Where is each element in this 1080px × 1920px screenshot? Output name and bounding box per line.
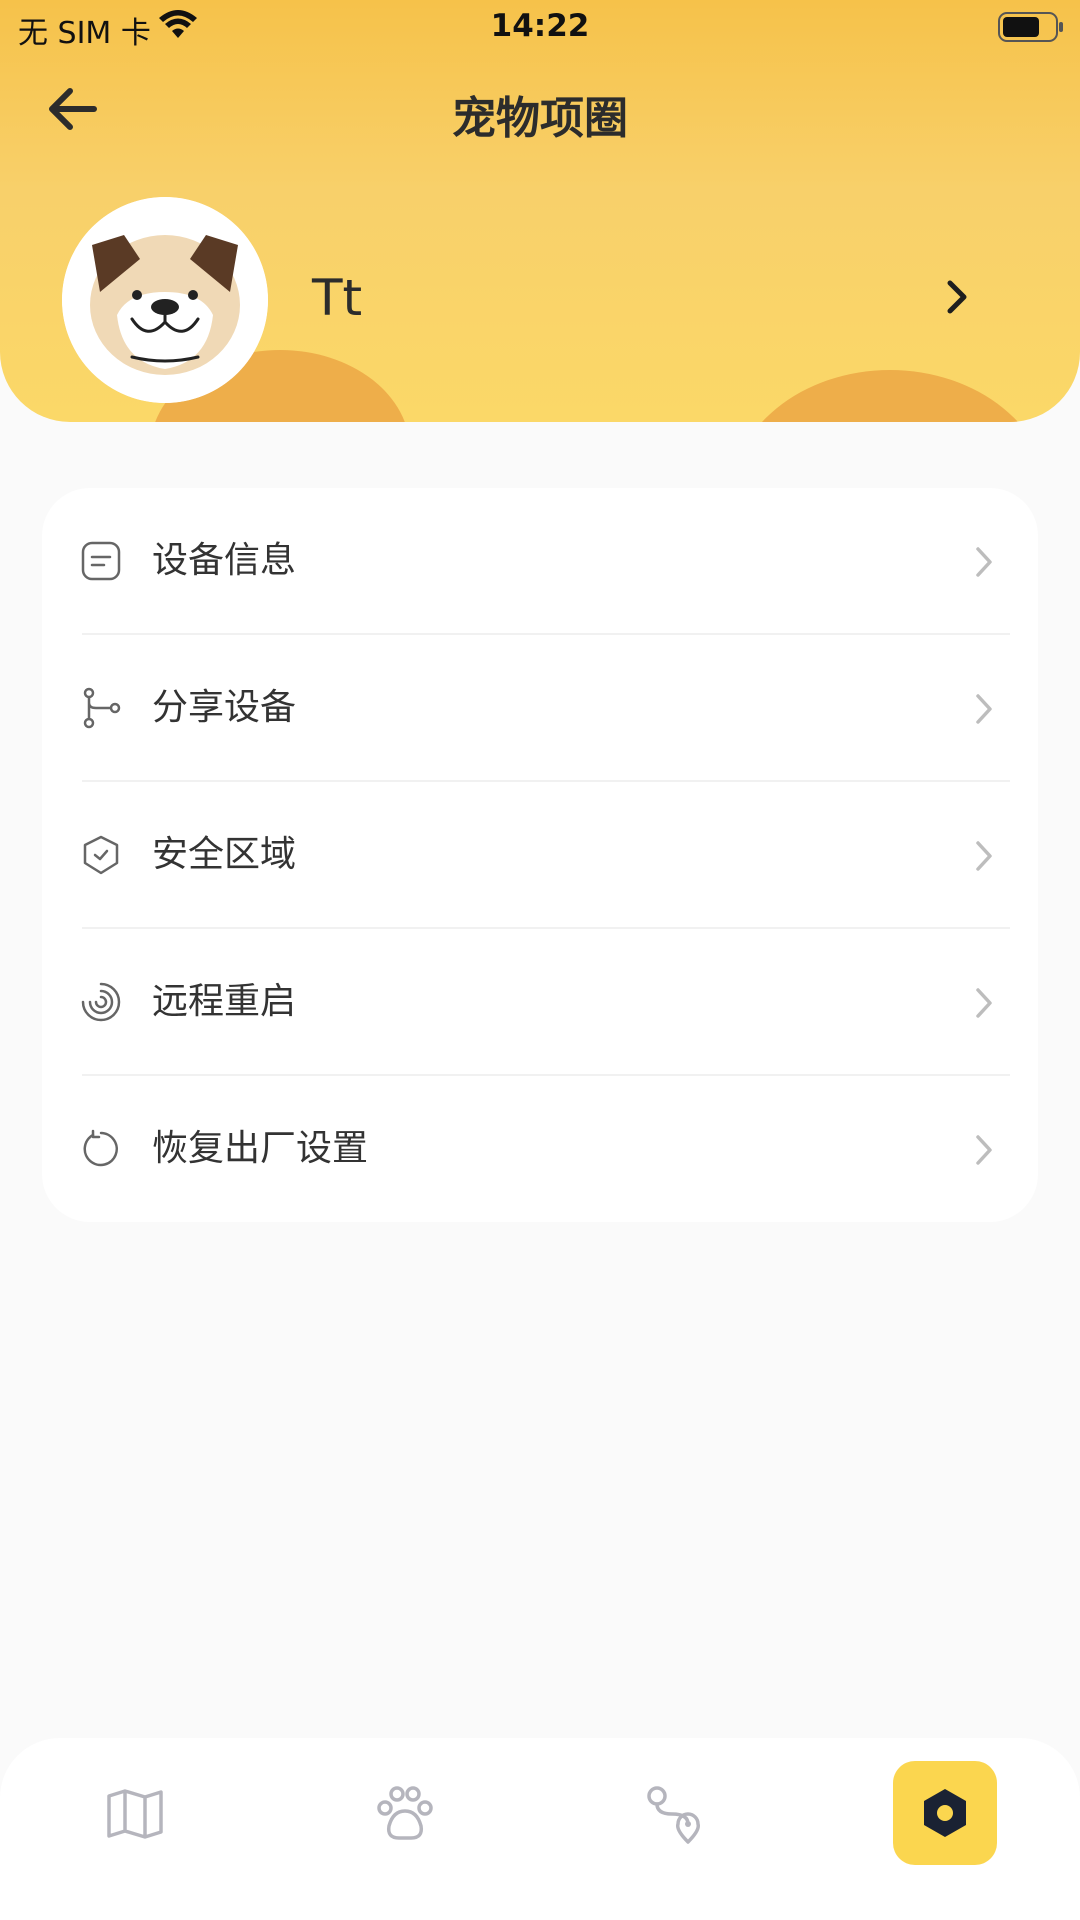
pet-name: Tt	[312, 269, 363, 327]
menu-item-label: 分享设备	[152, 687, 297, 728]
reset-circle-icon	[83, 1129, 118, 1167]
menu-item-share-device[interactable]: 分享设备	[42, 635, 1038, 782]
avatar	[62, 197, 268, 403]
document-icon	[81, 541, 121, 581]
chevron-right-icon	[976, 988, 992, 1018]
route-icon	[647, 1786, 701, 1844]
menu-item-label: 设备信息	[152, 540, 297, 581]
pet-profile-row[interactable]: Tt	[62, 197, 992, 407]
bulldog-avatar-icon	[62, 197, 268, 403]
settings-menu-card: 设备信息 分享设备 安全区域 远程重启 恢复出厂设置	[42, 488, 1038, 1222]
status-bar: 无 SIM 卡 14:22	[0, 0, 1080, 54]
battery-icon	[998, 12, 1064, 46]
tab-pet[interactable]	[270, 1738, 540, 1920]
map-icon	[107, 1789, 163, 1839]
screen: 无 SIM 卡 14:22 宠物项圈 Tt 设备信息 分享设备 安全区域 远程重…	[0, 0, 1080, 1920]
menu-item-factory-reset[interactable]: 恢复出厂设置	[42, 1076, 1038, 1223]
chevron-right-icon	[976, 1135, 992, 1165]
settings-hex-icon	[924, 1789, 966, 1837]
tab-route[interactable]	[540, 1738, 810, 1920]
tab-map[interactable]	[0, 1738, 270, 1920]
menu-item-label: 远程重启	[152, 981, 297, 1022]
tab-settings[interactable]	[893, 1761, 997, 1865]
menu-item-safe-zone[interactable]: 安全区域	[42, 782, 1038, 929]
chevron-right-icon	[976, 841, 992, 871]
menu-item-device-info[interactable]: 设备信息	[42, 488, 1038, 635]
share-branch-icon	[83, 687, 121, 729]
restart-spiral-icon	[81, 982, 121, 1022]
menu-item-label: 恢复出厂设置	[152, 1128, 369, 1169]
status-time: 14:22	[490, 8, 590, 44]
shield-check-icon	[83, 835, 119, 875]
paw-icon	[377, 1786, 433, 1840]
chevron-right-icon	[976, 547, 992, 577]
menu-item-label: 安全区域	[152, 834, 297, 875]
chevron-right-icon	[946, 279, 968, 319]
chevron-right-icon	[976, 694, 992, 724]
menu-item-remote-restart[interactable]: 远程重启	[42, 929, 1038, 1076]
page-title: 宠物项圈	[452, 93, 628, 144]
